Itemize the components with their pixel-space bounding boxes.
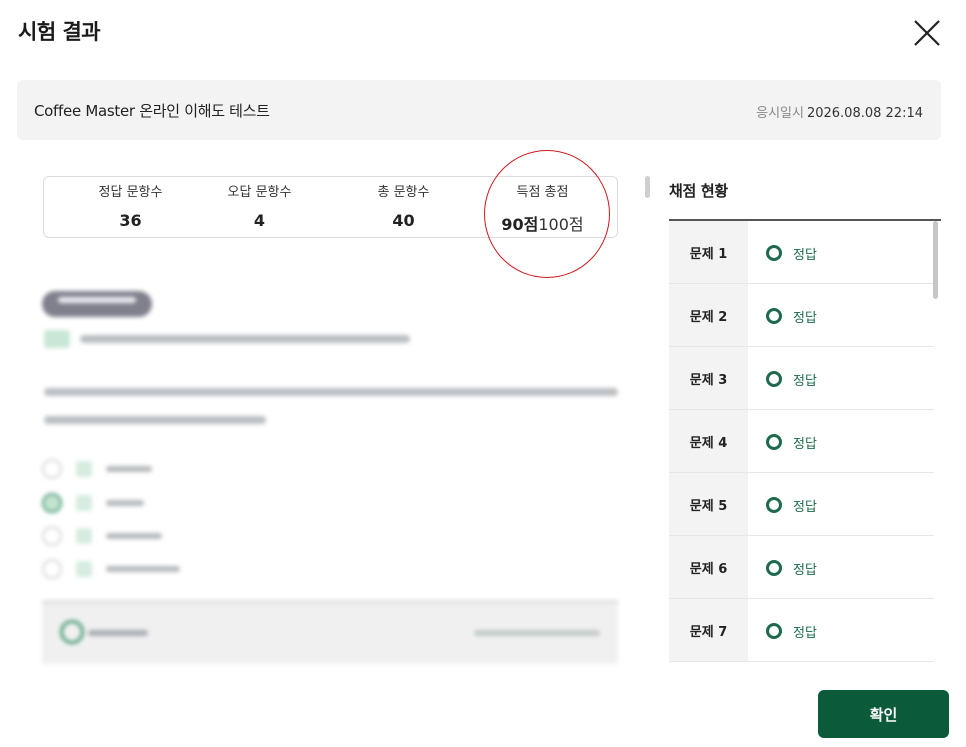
question-body-line [44,416,266,424]
score-wrong: 오답 문항수 4 [188,177,331,230]
option-number [76,528,92,544]
option-number [76,495,92,511]
grading-row[interactable]: 문제 4 정답 [669,410,934,473]
question-text-line [80,335,410,343]
grading-question-label: 문제 5 [669,473,748,535]
correct-circle-icon [766,434,782,450]
option-number [76,461,92,477]
score-points: 득점 총점 90점100점 [471,177,614,235]
score-points-total: 100점 [538,215,584,234]
radio-icon [42,459,62,479]
radio-icon [42,526,62,546]
confirm-button[interactable]: 확인 [818,690,949,738]
score-points-value: 90점100점 [471,211,614,235]
correct-circle-icon [766,623,782,639]
answer-result-text [88,630,148,636]
answer-option [40,558,240,580]
correct-circle-icon [766,560,782,576]
grading-question-label: 문제 6 [669,536,748,598]
question-number-box [44,330,70,348]
grading-result-label: 정답 [793,626,817,641]
grading-question-label: 문제 1 [669,221,748,283]
option-text [106,500,144,506]
score-total-label: 총 문항수 [377,185,430,200]
exam-date: 응시일시 2026.08.08 22:14 [756,102,923,121]
grading-result-label: 정답 [793,374,817,389]
correct-circle-icon [60,620,84,644]
grading-row[interactable]: 문제 3 정답 [669,347,934,410]
option-text [106,466,152,472]
radio-selected-icon [42,493,62,513]
grading-result-label: 정답 [793,563,817,578]
exam-name: Coffee Master 온라인 이해도 테스트 [34,102,270,120]
grading-row[interactable]: 문제 2 정답 [669,284,934,347]
grading-question-label: 문제 7 [669,599,748,661]
correct-circle-icon [766,245,782,261]
score-points-label: 득점 총점 [516,185,569,200]
option-text [106,566,180,572]
grading-list-scrollbar[interactable] [933,221,938,299]
grading-question-label: 문제 2 [669,284,748,346]
answer-option [40,525,240,547]
correct-circle-icon [766,497,782,513]
close-icon [914,20,940,46]
panel-divider-handle[interactable] [645,176,650,198]
score-wrong-value: 4 [253,211,266,230]
exam-date-value: 2026.08.08 22:14 [806,106,923,121]
grading-status-title: 채점 현황 [669,182,728,200]
score-correct-value: 36 [119,211,142,230]
page-title: 시험 결과 [18,20,101,44]
answer-option [40,492,240,514]
correct-circle-icon [766,371,782,387]
score-total: 총 문항수 40 [332,177,475,230]
score-summary: 정답 문항수 36 오답 문항수 4 총 문항수 40 득점 총점 90점100… [43,176,618,238]
question-type-chip-text [58,297,136,303]
grading-question-label: 문제 3 [669,347,748,409]
score-points-earned: 90점 [501,215,539,234]
grading-row[interactable]: 문제 7 정답 [669,599,934,662]
correct-circle-icon [766,308,782,324]
score-wrong-label: 오답 문항수 [227,185,292,200]
grading-row[interactable]: 문제 6 정답 [669,536,934,599]
grading-row[interactable]: 문제 1 정답 [669,221,934,284]
score-correct-label: 정답 문항수 [98,185,163,200]
close-button[interactable] [910,16,944,50]
score-total-value: 40 [392,211,415,230]
option-number [76,561,92,577]
grading-row[interactable]: 문제 5 정답 [669,473,934,536]
radio-icon [42,559,62,579]
grading-result-label: 정답 [793,437,817,452]
score-correct: 정답 문항수 36 [59,177,202,230]
exam-info-bar: Coffee Master 온라인 이해도 테스트 응시일시 2026.08.08… [17,80,941,140]
grading-status-list[interactable]: 문제 1 정답 문제 2 정답 문제 3 정답 문제 4 정답 문제 5 정답 … [669,219,941,667]
grading-result-label: 정답 [793,311,817,326]
question-preview-blurred [40,288,620,668]
answer-detail-text [474,630,600,636]
grading-question-label: 문제 4 [669,410,748,472]
question-body-line [44,388,618,396]
answer-option [40,458,240,480]
question-type-chip [42,291,152,317]
grading-result-label: 정답 [793,248,817,263]
exam-date-label: 응시일시 [756,106,804,121]
option-text [106,533,162,539]
grading-result-label: 정답 [793,500,817,515]
answer-result-bar [42,600,618,664]
